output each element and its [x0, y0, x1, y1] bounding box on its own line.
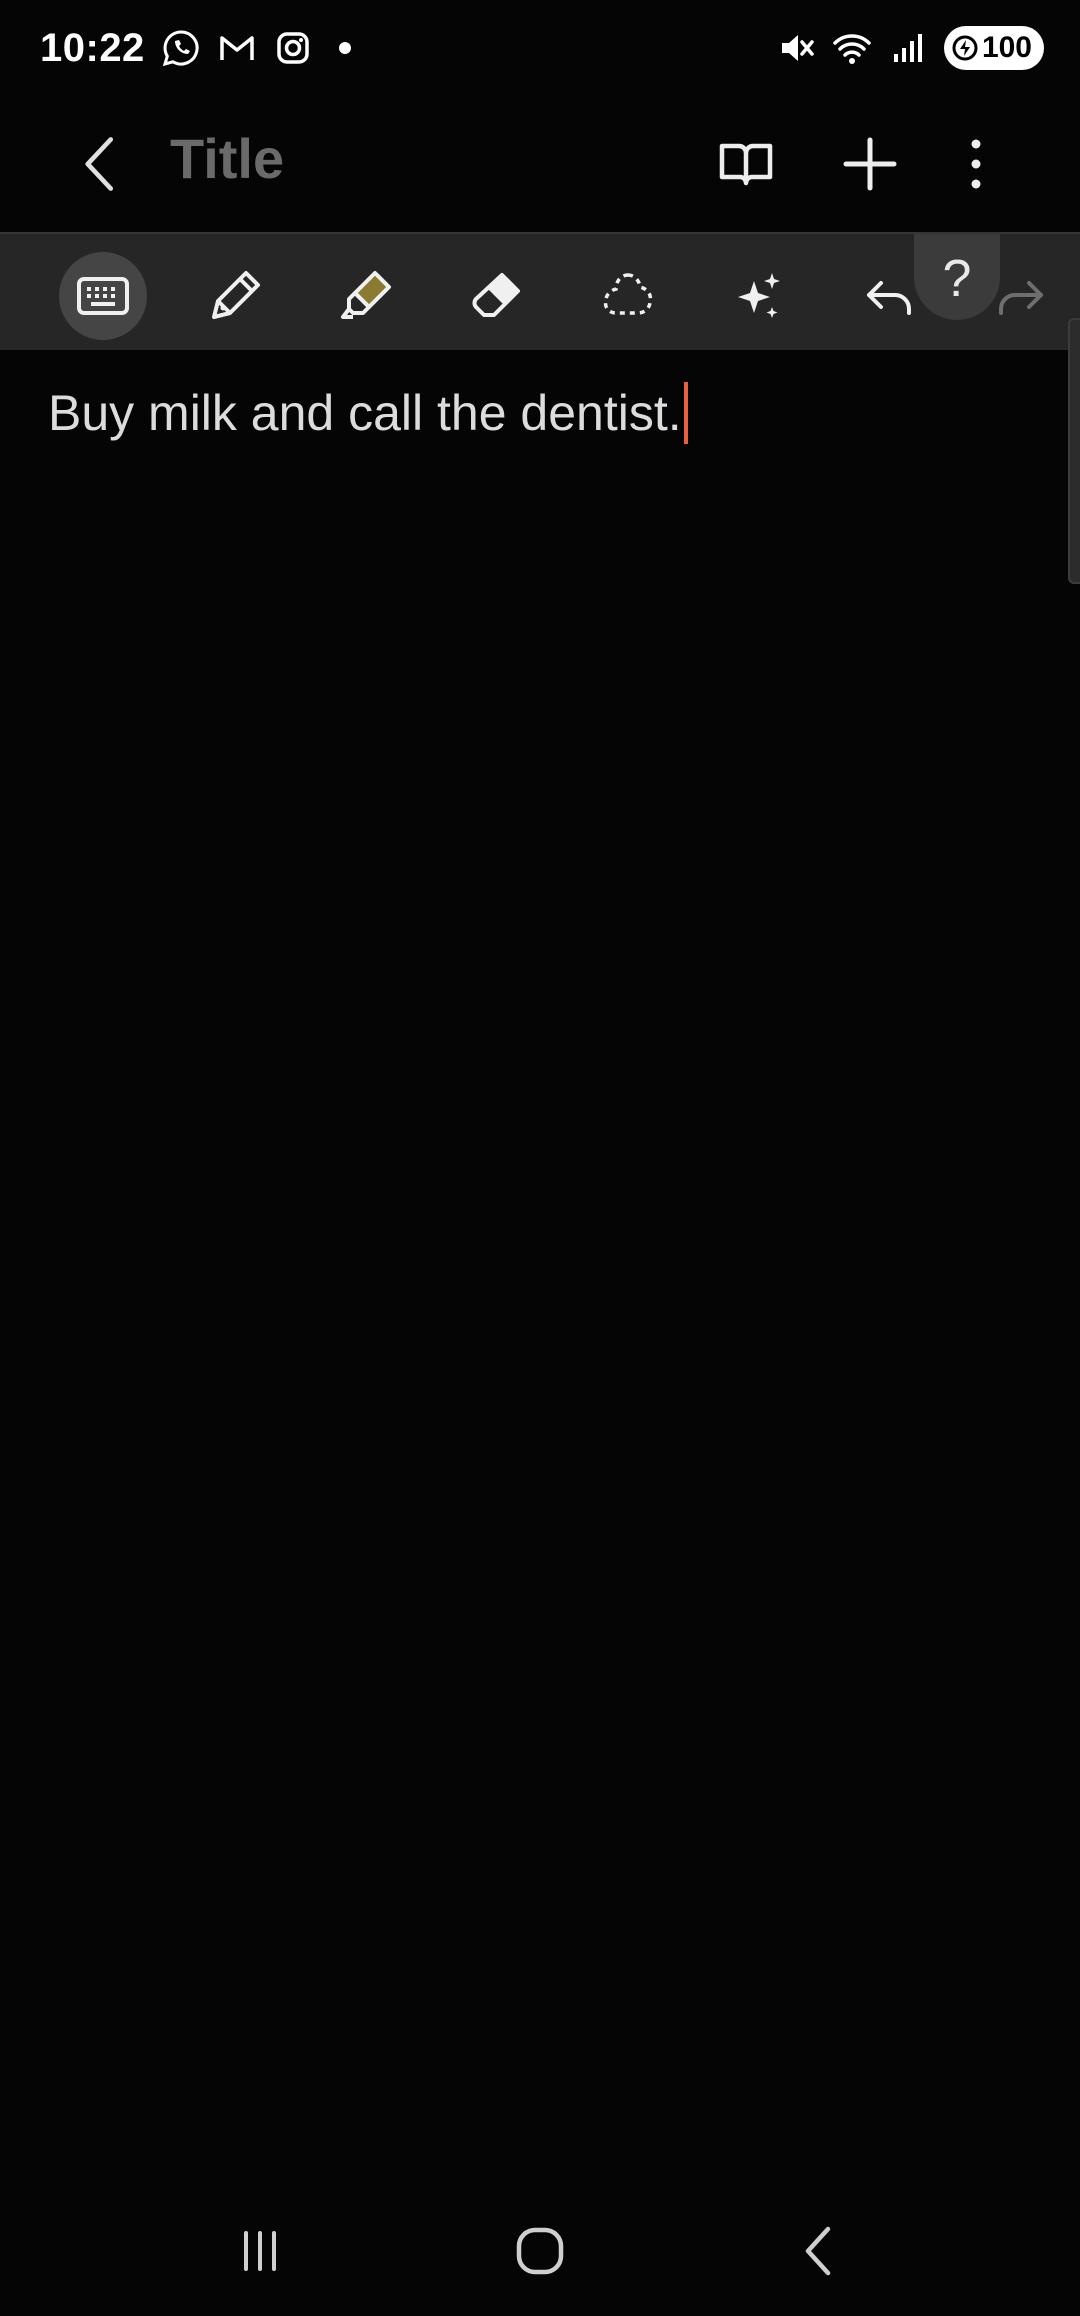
- drawing-toolbar: ?: [0, 232, 1080, 350]
- more-options-button[interactable]: [936, 124, 1016, 204]
- sparkle-icon: [738, 273, 780, 318]
- whatsapp-icon: [161, 28, 201, 68]
- book-view-button[interactable]: [706, 124, 786, 204]
- text-caret: [683, 382, 688, 444]
- instagram-icon: [273, 28, 313, 68]
- help-button[interactable]: ?: [914, 234, 1000, 320]
- ai-assist-tool[interactable]: [715, 252, 803, 340]
- app-header: Title: [0, 96, 1080, 232]
- mute-icon: [776, 28, 816, 68]
- scroll-handle[interactable]: [1068, 318, 1080, 584]
- recent-apps-icon: [244, 2231, 276, 2271]
- system-nav-bar: [0, 2186, 1080, 2316]
- add-icon: [843, 137, 897, 191]
- book-view-icon: [719, 143, 773, 186]
- note-body-line[interactable]: Buy milk and call the dentist.: [48, 382, 688, 444]
- pen-icon: [212, 271, 260, 319]
- dot-indicator: [338, 42, 351, 54]
- screen: 10:22 100 Title ? Buy milk and call the …: [0, 0, 1080, 2316]
- wifi-icon: [832, 28, 872, 68]
- signal-icon: [888, 28, 928, 68]
- lasso-tool[interactable]: [584, 252, 672, 340]
- status-bar: 10:22 100: [0, 0, 1080, 96]
- clock: 10:22: [40, 25, 145, 70]
- note-title-field[interactable]: Title: [170, 126, 284, 191]
- keyboard-tool[interactable]: [59, 252, 147, 340]
- add-button[interactable]: [830, 124, 910, 204]
- highlighter-tool[interactable]: [322, 252, 410, 340]
- recent-apps-button[interactable]: [210, 2201, 310, 2301]
- home-button[interactable]: [490, 2201, 590, 2301]
- undo-icon: [867, 281, 911, 315]
- lasso-select-icon: [603, 273, 653, 315]
- keyboard-icon: [77, 277, 129, 315]
- highlighter-icon: [341, 271, 391, 319]
- eraser-icon: [472, 273, 520, 317]
- eraser-tool[interactable]: [453, 252, 541, 340]
- system-back-icon: [805, 2226, 831, 2276]
- status-right: 100: [776, 26, 1044, 70]
- back-icon: [85, 137, 114, 191]
- note-editor[interactable]: Buy milk and call the dentist.: [0, 350, 1080, 2160]
- more-options-icon: [971, 139, 981, 189]
- status-left: 10:22: [40, 26, 351, 71]
- system-back-button[interactable]: [770, 2201, 870, 2301]
- pen-tool[interactable]: [191, 252, 279, 340]
- gmail-icon: [217, 28, 257, 68]
- back-button[interactable]: [64, 124, 136, 204]
- charging-icon: [952, 35, 978, 61]
- note-body-text: Buy milk and call the dentist.: [48, 385, 682, 441]
- battery-level: 100: [981, 31, 1032, 64]
- home-icon: [516, 2227, 564, 2275]
- battery-indicator: 100: [943, 26, 1044, 70]
